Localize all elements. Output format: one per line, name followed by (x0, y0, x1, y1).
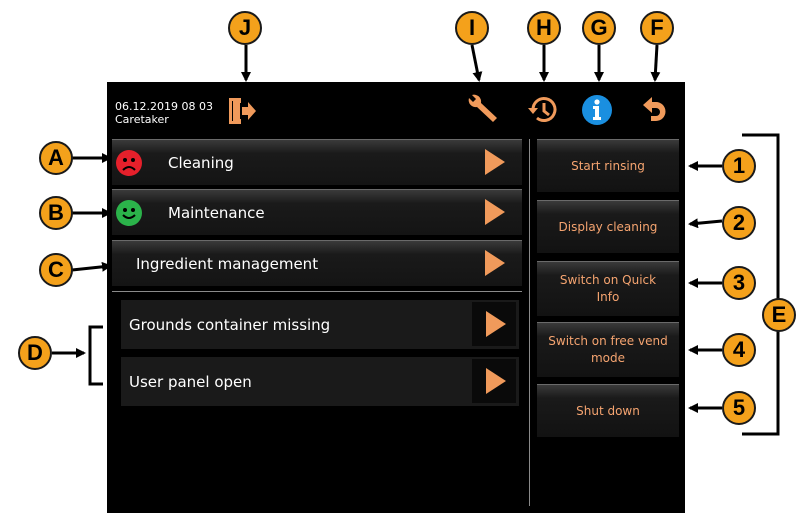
callout-j: J (228, 11, 262, 45)
callout-3: 3 (722, 266, 756, 300)
callout-c: C (39, 253, 73, 287)
callout-f: F (640, 11, 674, 45)
callout-h: H (527, 11, 561, 45)
callout-a: A (39, 141, 73, 175)
callout-i: I (455, 11, 489, 45)
callout-2: 2 (722, 206, 756, 240)
annotation-arrows (52, 44, 780, 436)
callout-g: G (582, 11, 616, 45)
callout-d: D (18, 336, 52, 370)
callout-b: B (39, 196, 73, 230)
callout-4: 4 (722, 333, 756, 367)
callout-5: 5 (722, 391, 756, 425)
callout-1: 1 (722, 149, 756, 183)
callout-e: E (762, 298, 796, 332)
